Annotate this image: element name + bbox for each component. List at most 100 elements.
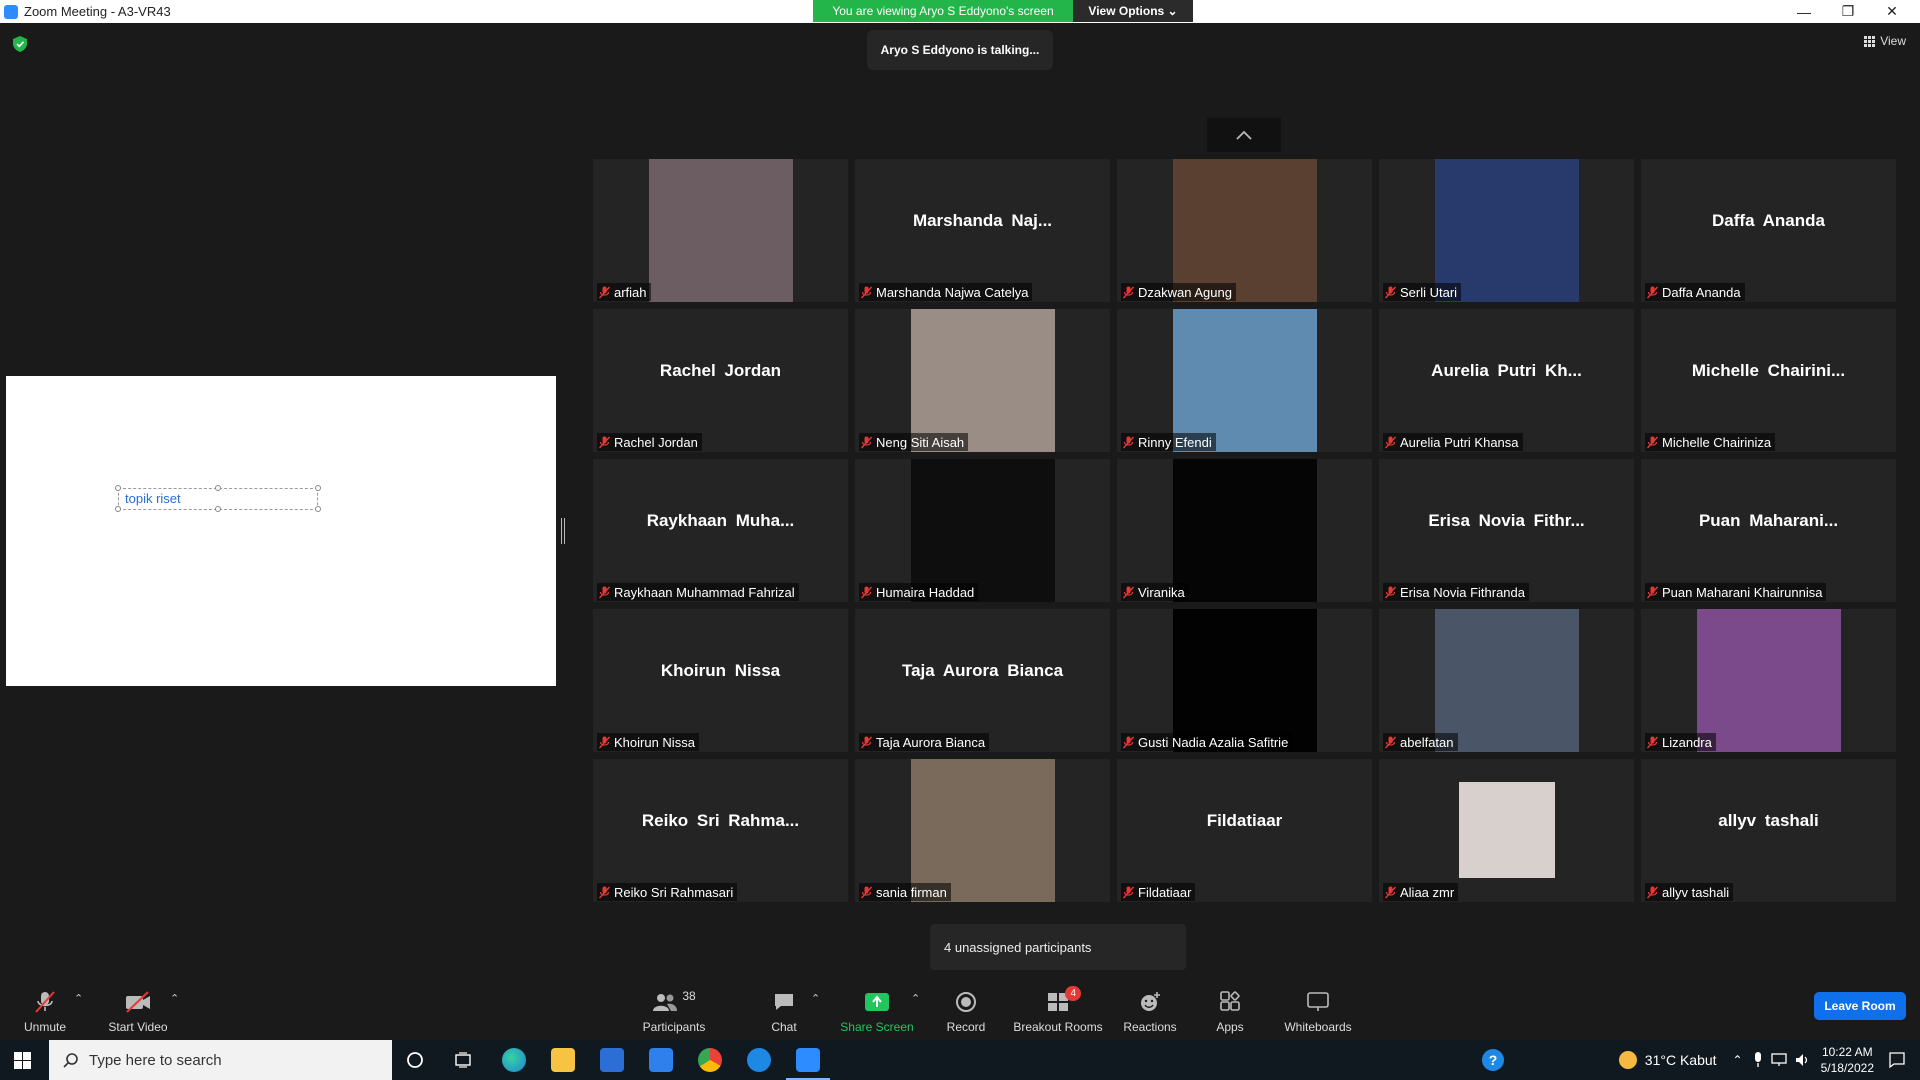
participant-tile[interactable]: Viranika: [1117, 459, 1372, 602]
participant-video: [1173, 309, 1317, 452]
notifications-icon[interactable]: [1888, 1051, 1906, 1069]
chat-button[interactable]: Chat: [739, 982, 829, 1038]
scroll-up-button[interactable]: [1207, 118, 1281, 152]
microphone-icon[interactable]: [1753, 1052, 1763, 1068]
participant-tile[interactable]: Aliaa zmr: [1379, 759, 1634, 902]
zoom-taskbar-icon[interactable]: [796, 1048, 820, 1072]
chat-label: Chat: [771, 1020, 797, 1034]
participant-tile[interactable]: allyv tashali allyv tashali: [1641, 759, 1896, 902]
participant-tile[interactable]: Fildatiaar Fildatiaar: [1117, 759, 1372, 902]
participant-tile[interactable]: Serli Utari: [1379, 159, 1634, 302]
network-icon[interactable]: [1770, 1053, 1787, 1067]
muted-mic-icon: [599, 736, 610, 748]
shared-screen-view[interactable]: topik riset: [6, 376, 556, 686]
chevron-up-tray-icon[interactable]: ⌃: [1733, 1053, 1743, 1067]
participant-name: Marshanda Najwa Catelya: [876, 284, 1029, 300]
resize-handle: [115, 506, 121, 512]
participant-tile[interactable]: Daffa Ananda Daffa Ananda: [1641, 159, 1896, 302]
minimize-button[interactable]: —: [1782, 0, 1826, 23]
video-options-caret[interactable]: ⌃: [170, 992, 179, 1005]
reactions-label: Reactions: [1123, 1020, 1177, 1034]
weather-text[interactable]: 31°C Kabut: [1645, 1052, 1717, 1068]
clock[interactable]: 10:22 AM 5/18/2022: [1821, 1044, 1874, 1076]
participant-name-label: Gusti Nadia Azalia Safitrie: [1121, 733, 1293, 751]
participant-tile[interactable]: Raykhaan Muha... Raykhaan Muhammad Fahriz…: [593, 459, 848, 602]
start-video-button[interactable]: Start Video: [93, 982, 183, 1038]
share-options-caret[interactable]: ⌃: [911, 992, 920, 1005]
participant-name: Puan Maharani Khairunnisa: [1662, 584, 1823, 600]
participant-tile[interactable]: Rachel Jordan Rachel Jordan: [593, 309, 848, 452]
microsoft-store-icon[interactable]: [600, 1048, 624, 1072]
participant-name: Erisa Novia Fithranda: [1400, 584, 1525, 600]
participant-tile[interactable]: Lizandra: [1641, 609, 1896, 752]
participant-name-label: Neng Siti Aisah: [859, 433, 969, 451]
participant-tile[interactable]: Khoirun Nissa Khoirun Nissa: [593, 609, 848, 752]
security-shield-icon[interactable]: [13, 36, 27, 52]
leave-room-button[interactable]: Leave Room: [1814, 992, 1906, 1020]
chat-options-caret[interactable]: ⌃: [811, 992, 820, 1005]
taskbar-search-box[interactable]: Type here to search: [49, 1040, 392, 1080]
participant-tile[interactable]: Marshanda Naj... Marshanda Najwa Catelya: [855, 159, 1110, 302]
participant-display-name: Puan Maharani...: [1698, 510, 1839, 530]
edge-browser-icon[interactable]: [502, 1048, 526, 1072]
audio-options-caret[interactable]: ⌃: [74, 992, 83, 1005]
participant-tile[interactable]: Puan Maharani... Puan Maharani Khairunnis…: [1641, 459, 1896, 602]
reactions-button[interactable]: Reactions: [1105, 982, 1195, 1038]
view-options-button[interactable]: View Options ⌄: [1073, 0, 1193, 22]
muted-mic-icon: [1385, 436, 1396, 448]
participant-tile[interactable]: abelfatan: [1379, 609, 1634, 752]
chrome-icon[interactable]: [698, 1048, 722, 1072]
task-view-icon[interactable]: [454, 1051, 472, 1069]
unassigned-participants-popup[interactable]: 4 unassigned participants: [930, 924, 1186, 970]
participant-name-label: Fildatiaar: [1121, 883, 1196, 901]
participant-tile[interactable]: sania firman: [855, 759, 1110, 902]
participant-name: Gusti Nadia Azalia Safitrie: [1138, 734, 1289, 750]
participant-tile[interactable]: Michelle Chairini... Michelle Chairiniza: [1641, 309, 1896, 452]
participant-video: [1173, 159, 1317, 302]
muted-mic-icon: [1123, 736, 1134, 748]
participant-tile[interactable]: Reiko Sri Rahma... Reiko Sri Rahmasari: [593, 759, 848, 902]
participant-video: [649, 159, 793, 302]
split-view-resizer[interactable]: [561, 518, 565, 544]
unmute-button[interactable]: Unmute: [0, 982, 90, 1038]
windows-start-icon[interactable]: [14, 1052, 31, 1069]
apps-button[interactable]: Apps: [1185, 982, 1275, 1038]
breakout-rooms-button[interactable]: 4 Breakout Rooms: [1013, 982, 1103, 1038]
participant-tile[interactable]: Neng Siti Aisah: [855, 309, 1110, 452]
chat-icon: [775, 994, 793, 1010]
participant-name-label: Viranika: [1121, 583, 1189, 601]
help-icon[interactable]: ?: [1482, 1049, 1504, 1071]
share-screen-button[interactable]: Share Screen: [832, 982, 922, 1038]
record-button[interactable]: Record: [921, 982, 1011, 1038]
messenger-icon[interactable]: [747, 1048, 771, 1072]
participant-video: [1173, 609, 1317, 752]
participants-button[interactable]: 38 Participants: [629, 982, 719, 1038]
participant-tile[interactable]: Erisa Novia Fithr... Erisa Novia Fithrand…: [1379, 459, 1634, 602]
cortana-icon[interactable]: [406, 1051, 424, 1069]
participant-tile[interactable]: Dzakwan Agung: [1117, 159, 1372, 302]
participant-tile[interactable]: arfiah: [593, 159, 848, 302]
weather-icon: [1618, 1051, 1637, 1069]
share-screen-icon: [865, 993, 889, 1011]
close-window-button[interactable]: ✕: [1870, 0, 1914, 23]
mail-icon[interactable]: [649, 1048, 673, 1072]
clock-time: 10:22 AM: [1821, 1045, 1873, 1059]
participant-name: arfiah: [614, 284, 647, 300]
file-explorer-icon[interactable]: [551, 1048, 575, 1072]
view-button[interactable]: View: [1864, 34, 1906, 48]
participant-video: [1173, 459, 1317, 602]
participant-name: Lizandra: [1662, 734, 1712, 750]
participant-tile[interactable]: Taja Aurora Bianca Taja Aurora Bianca: [855, 609, 1110, 752]
breakout-rooms-label: Breakout Rooms: [1013, 1020, 1103, 1034]
participant-tile[interactable]: Humaira Haddad: [855, 459, 1110, 602]
participant-name: Michelle Chairiniza: [1662, 434, 1772, 450]
volume-icon[interactable]: [1795, 1053, 1811, 1067]
participant-name-label: Serli Utari: [1383, 283, 1462, 301]
participant-tile[interactable]: Aurelia Putri Kh... Aurelia Putri Khansa: [1379, 309, 1634, 452]
participant-tile[interactable]: Gusti Nadia Azalia Safitrie: [1117, 609, 1372, 752]
participant-display-name: Erisa Novia Fithr...: [1428, 510, 1585, 530]
participant-tile[interactable]: Rinny Efendi: [1117, 309, 1372, 452]
record-label: Record: [946, 1020, 986, 1034]
whiteboards-button[interactable]: Whiteboards: [1273, 982, 1363, 1038]
maximize-button[interactable]: ❐: [1826, 0, 1870, 23]
